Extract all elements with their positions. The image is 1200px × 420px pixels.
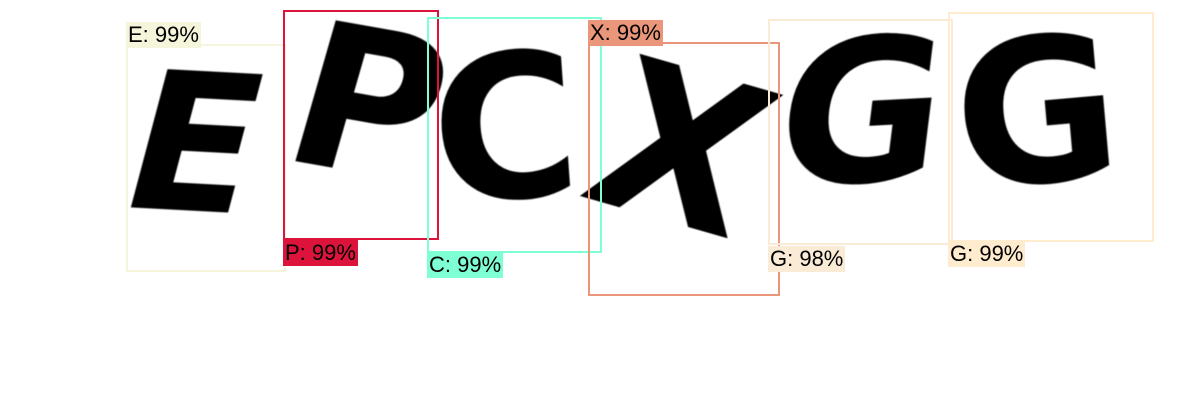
bounding-box-g-first — [768, 19, 953, 245]
label-x: X: 99% — [588, 20, 663, 46]
bounding-box-p — [283, 10, 439, 240]
label-g-first: G: 98% — [768, 246, 846, 272]
bounding-box-c — [427, 17, 602, 253]
label-c: C: 99% — [427, 252, 504, 278]
detection-canvas: E P C X G G E: 99% P: 99% C: 99% X: 99% … — [0, 0, 1200, 420]
label-g-second: G: 99% — [948, 241, 1026, 267]
bounding-box-x — [588, 42, 780, 296]
bounding-box-e — [126, 44, 286, 272]
label-p: P: 99% — [283, 240, 358, 266]
label-e: E: 99% — [126, 22, 201, 48]
bounding-box-g-second — [948, 12, 1154, 242]
